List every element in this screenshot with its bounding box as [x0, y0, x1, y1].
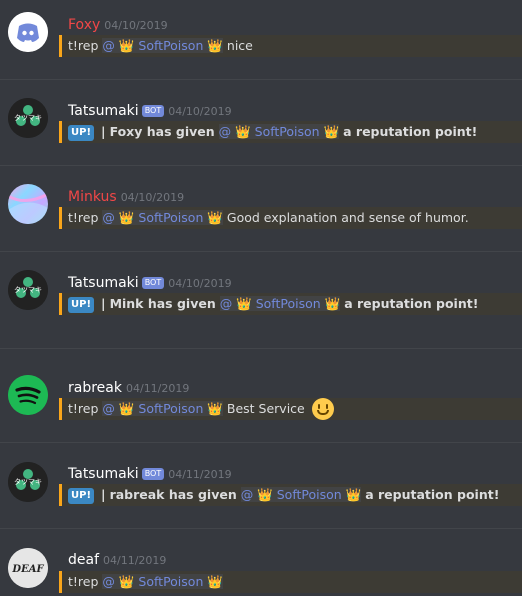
message-header: Foxy 04/10/2019: [68, 14, 168, 33]
tatsumaki-icon: タツマキ: [8, 270, 48, 310]
message-content: t!rep @ 👑 SoftPoison 👑: [59, 571, 522, 593]
deaf-logo-icon: DEAF: [8, 548, 48, 588]
message-header: rabreak 04/11/2019: [68, 377, 190, 396]
divider: [0, 251, 522, 252]
up-emoji: UP!: [68, 488, 95, 504]
timestamp: 04/10/2019: [104, 19, 168, 32]
timestamp: 04/10/2019: [168, 277, 232, 290]
user-mention[interactable]: @ 👑 SoftPoison 👑: [219, 296, 341, 311]
user-mention[interactable]: @ 👑 SoftPoison 👑: [102, 401, 223, 416]
message-header: Tatsumaki BOT 04/11/2019: [68, 463, 232, 482]
avatar-holographic[interactable]: [8, 184, 48, 224]
tatsumaki-label: タツマキ: [14, 477, 42, 486]
username[interactable]: Tatsumaki: [68, 466, 139, 482]
timestamp: 04/11/2019: [168, 468, 232, 481]
user-mention[interactable]: @ 👑 SoftPoison 👑: [102, 38, 223, 53]
spotify-icon: [8, 375, 48, 415]
message-content: UP! | Foxy has given @ 👑 SoftPoison 👑 a …: [59, 121, 522, 143]
message-text: Best Service: [226, 401, 305, 416]
timestamp: 04/11/2019: [125, 382, 190, 395]
username[interactable]: Minkus: [68, 189, 117, 205]
timestamp: 04/10/2019: [168, 105, 232, 118]
command-text: t!rep: [68, 401, 99, 416]
user-mention[interactable]: @ 👑 SoftPoison 👑: [102, 210, 223, 225]
message-content: t!rep @ 👑 SoftPoison 👑 Good explanation …: [59, 207, 522, 229]
user-mention[interactable]: @ 👑 SoftPoison 👑: [240, 487, 362, 502]
holographic-avatar-icon: [8, 192, 48, 224]
username[interactable]: Foxy: [68, 17, 100, 33]
avatar-tatsumaki[interactable]: タツマキ: [8, 98, 48, 138]
message-text: Good explanation and sense of humor.: [226, 210, 469, 225]
deaf-logo-text: DEAF: [11, 564, 44, 575]
divider: [0, 165, 522, 166]
grinning-face-icon: [311, 398, 334, 420]
message-text: Mink has given: [109, 296, 216, 311]
username[interactable]: Tatsumaki: [68, 103, 139, 119]
tatsumaki-icon: タツマキ: [8, 98, 48, 138]
bot-badge: BOT: [141, 468, 165, 480]
up-emoji: UP!: [68, 125, 95, 141]
message-header: Minkus 04/10/2019: [68, 186, 185, 205]
divider: [0, 79, 522, 80]
divider: [0, 528, 522, 529]
divider: [0, 442, 522, 443]
username[interactable]: Tatsumaki: [68, 275, 139, 291]
user-mention[interactable]: @ 👑 SoftPoison 👑: [218, 124, 340, 139]
tatsumaki-label: タツマキ: [14, 113, 42, 122]
up-emoji: UP!: [68, 297, 95, 313]
message-header: Tatsumaki BOT 04/10/2019: [68, 100, 232, 119]
separator: |: [101, 487, 106, 502]
timestamp: 04/11/2019: [103, 554, 167, 567]
message-header: deaf 04/11/2019: [68, 549, 167, 568]
username[interactable]: deaf: [68, 552, 99, 568]
message-text-suffix: a reputation point!: [343, 124, 478, 139]
avatar-tatsumaki[interactable]: タツマキ: [8, 462, 48, 502]
message-text-suffix: a reputation point!: [365, 487, 500, 502]
separator: |: [101, 124, 106, 139]
bot-badge: BOT: [141, 277, 165, 289]
avatar-spotify[interactable]: [8, 375, 48, 415]
message-text: Foxy has given: [109, 124, 215, 139]
divider: [0, 348, 522, 349]
message-text: rabreak has given: [109, 487, 237, 502]
discord-logo-icon: [8, 12, 48, 52]
command-text: t!rep: [68, 210, 99, 225]
username[interactable]: rabreak: [68, 380, 122, 396]
avatar-discord[interactable]: [8, 12, 48, 52]
message-content: t!rep @ 👑 SoftPoison 👑 nice: [59, 35, 522, 57]
message-header: Tatsumaki BOT 04/10/2019: [68, 272, 232, 291]
message-text-suffix: a reputation point!: [344, 296, 479, 311]
message-content: t!rep @ 👑 SoftPoison 👑 Best Service: [59, 398, 522, 420]
command-text: t!rep: [68, 38, 99, 53]
timestamp: 04/10/2019: [120, 191, 185, 204]
message-text: nice: [226, 38, 253, 53]
tatsumaki-icon: タツマキ: [8, 462, 48, 502]
command-text: t!rep: [68, 574, 99, 589]
tatsumaki-label: タツマキ: [14, 285, 42, 294]
message-content: UP! | rabreak has given @ 👑 SoftPoison 👑…: [59, 484, 522, 506]
avatar-deaf[interactable]: DEAF: [8, 548, 48, 588]
avatar-tatsumaki[interactable]: タツマキ: [8, 270, 48, 310]
bot-badge: BOT: [141, 105, 165, 117]
message-content: UP! | Mink has given @ 👑 SoftPoison 👑 a …: [59, 293, 522, 315]
user-mention[interactable]: @ 👑 SoftPoison 👑: [102, 574, 223, 589]
separator: |: [101, 296, 106, 311]
